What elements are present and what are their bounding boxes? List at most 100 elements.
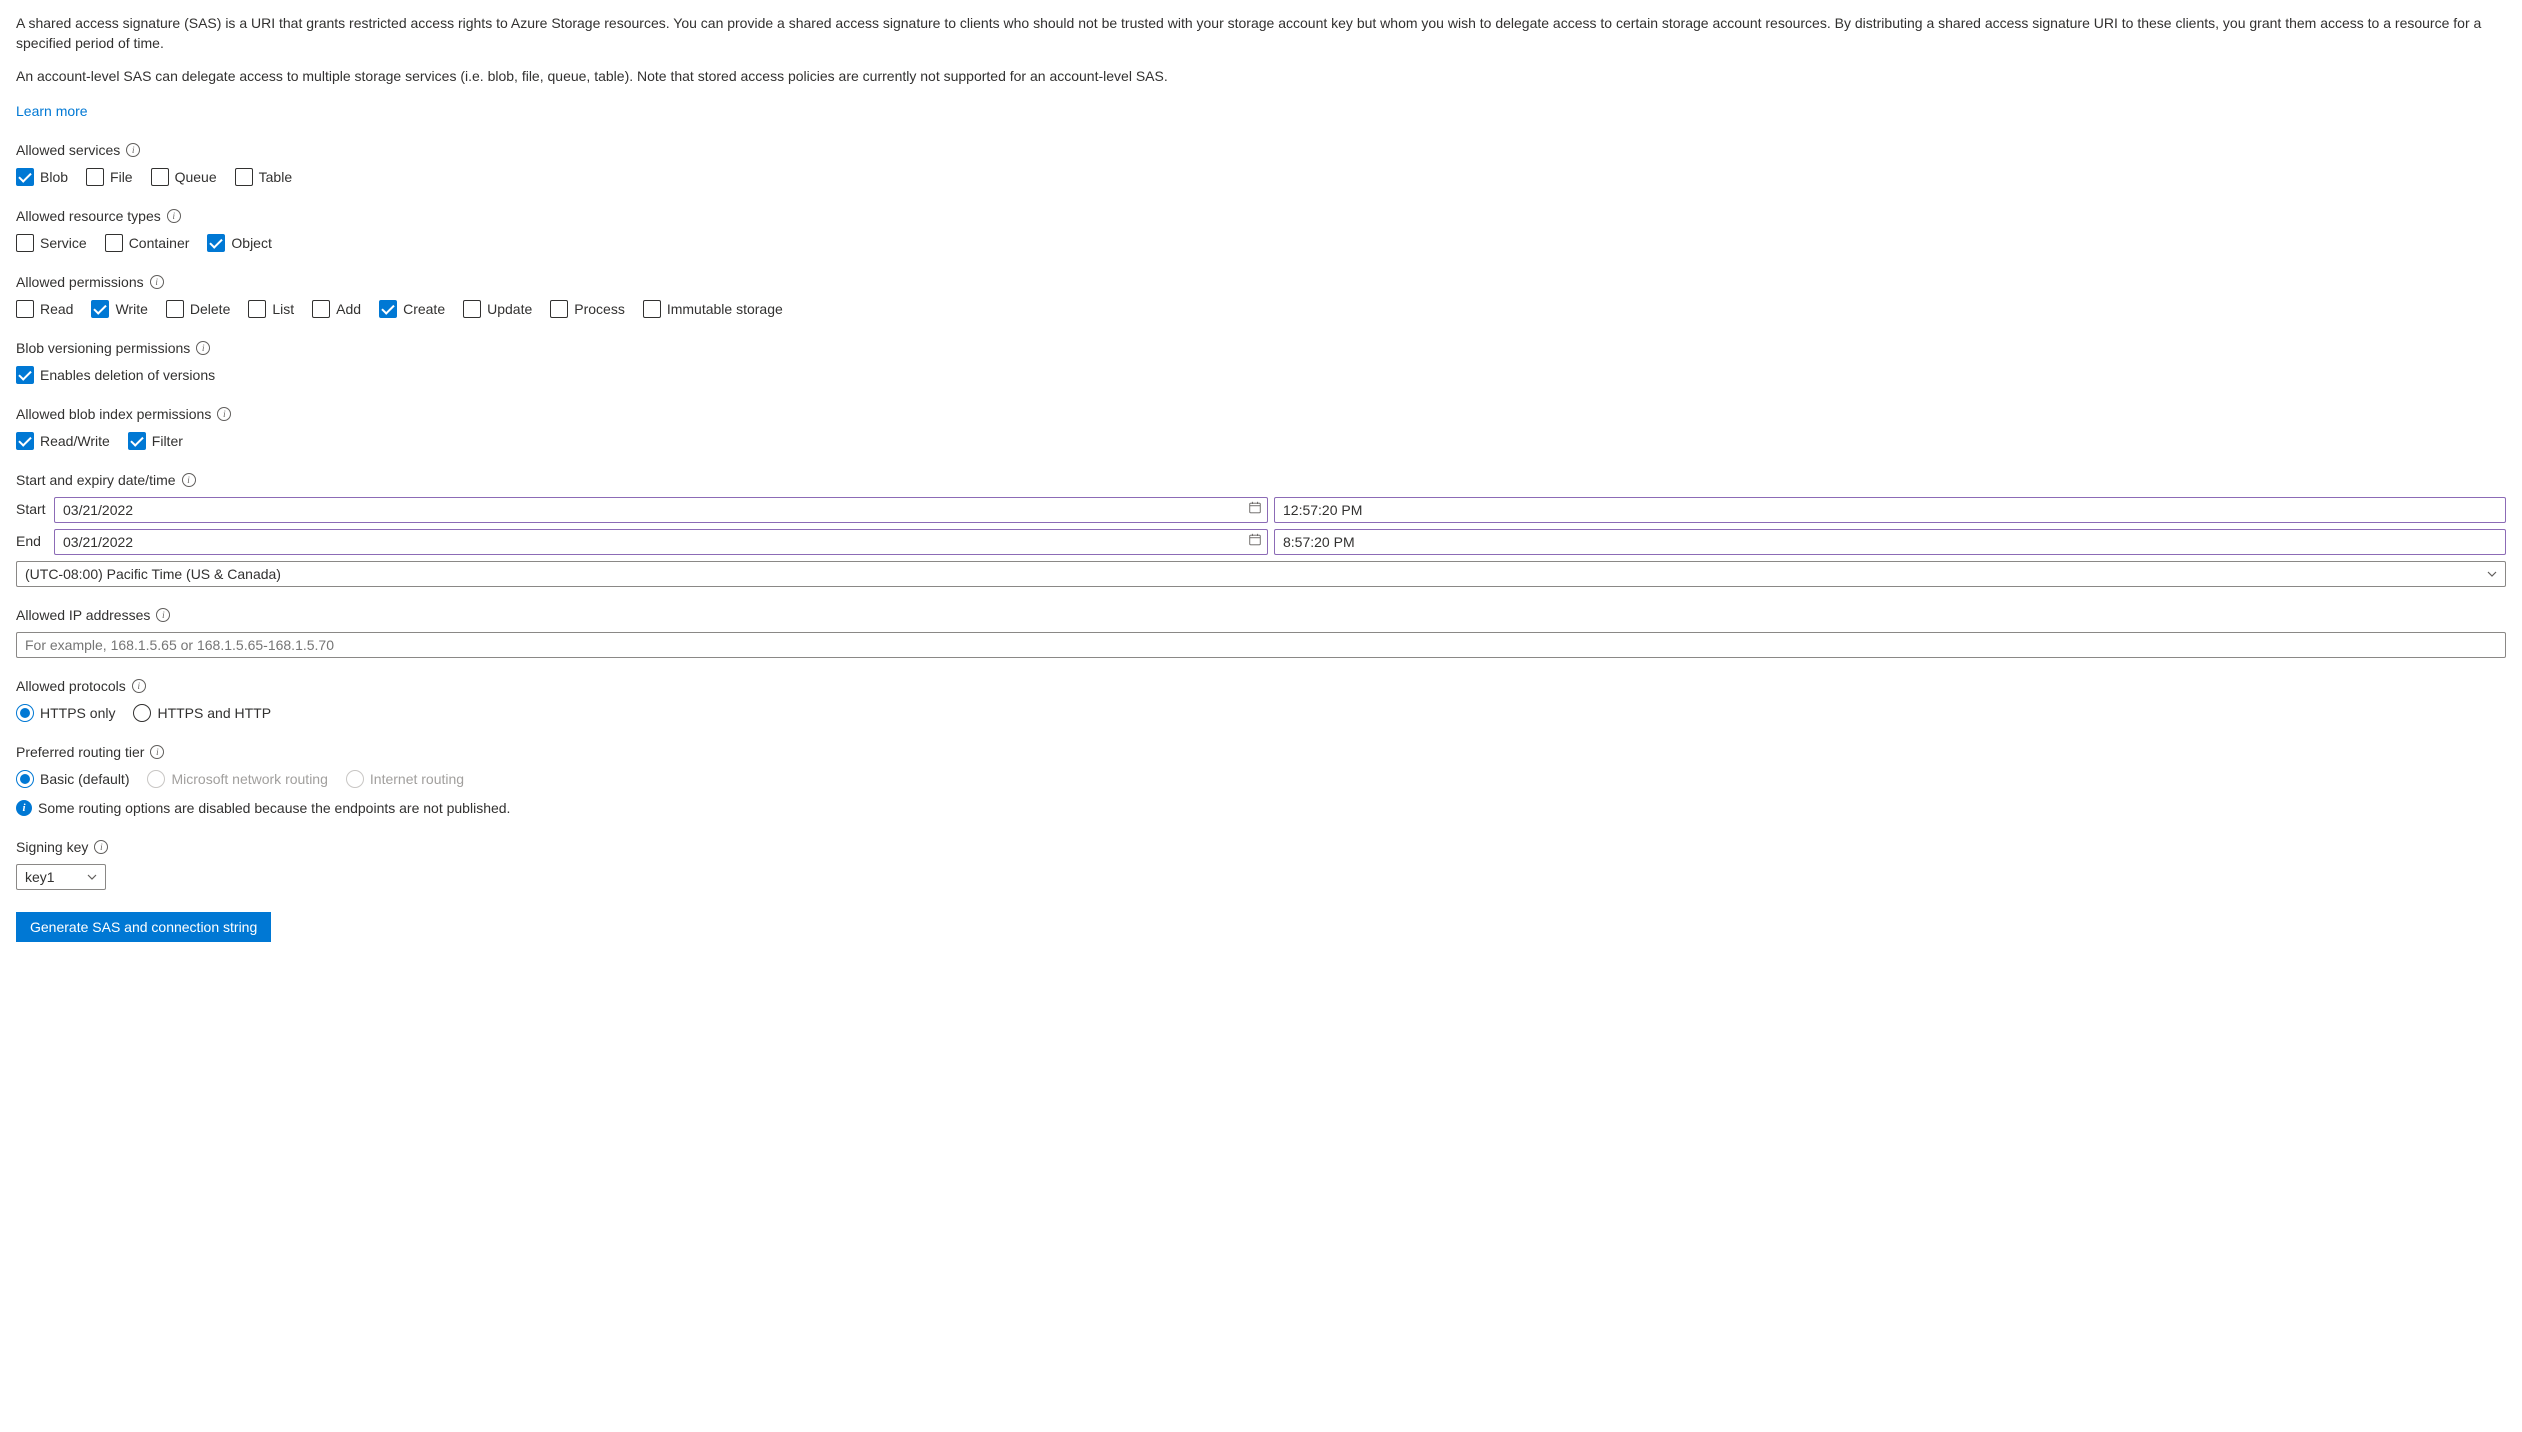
checkbox-label: Write: [115, 299, 147, 320]
checkbox-label: Create: [403, 299, 445, 320]
checkbox-label: Queue: [175, 167, 217, 188]
allowed-protocols-label: Allowed protocols: [16, 676, 126, 697]
radio-icon: [147, 770, 165, 788]
routing-radio-internet-routing: Internet routing: [346, 769, 464, 790]
resource-type-checkbox-object[interactable]: Object: [207, 233, 271, 254]
checkbox-icon: [550, 300, 568, 318]
allowed-protocols-section: Allowed protocols i HTTPS only HTTPS and …: [16, 676, 2506, 724]
info-icon[interactable]: i: [182, 473, 196, 487]
start-time-input[interactable]: [1274, 497, 2506, 523]
routing-radio-microsoft-network-routing: Microsoft network routing: [147, 769, 327, 790]
protocol-radio-https-only[interactable]: HTTPS only: [16, 703, 115, 724]
datetime-section: Start and expiry date/time i Start End: [16, 470, 2506, 587]
learn-more-link[interactable]: Learn more: [16, 103, 88, 119]
blob-index-checkbox-read-write[interactable]: Read/Write: [16, 431, 110, 452]
radio-icon: [16, 704, 34, 722]
checkbox-icon: [16, 168, 34, 186]
checkbox-label: List: [272, 299, 294, 320]
service-checkbox-table[interactable]: Table: [235, 167, 292, 188]
signing-key-select[interactable]: [16, 864, 106, 890]
checkbox-icon: [235, 168, 253, 186]
info-icon[interactable]: i: [156, 608, 170, 622]
permission-checkbox-write[interactable]: Write: [91, 299, 147, 320]
checkbox-icon: [248, 300, 266, 318]
versioning-checkbox-enables-deletion-of-versions[interactable]: Enables deletion of versions: [16, 365, 215, 386]
end-time-input[interactable]: [1274, 529, 2506, 555]
checkbox-icon: [151, 168, 169, 186]
info-icon[interactable]: i: [196, 341, 210, 355]
checkbox-icon: [86, 168, 104, 186]
start-date-input[interactable]: [54, 497, 1268, 523]
checkbox-icon: [16, 234, 34, 252]
radio-label: HTTPS only: [40, 703, 115, 724]
checkbox-label: Object: [231, 233, 271, 254]
checkbox-icon: [105, 234, 123, 252]
permission-checkbox-list[interactable]: List: [248, 299, 294, 320]
checkbox-label: Update: [487, 299, 532, 320]
blob-versioning-label: Blob versioning permissions: [16, 338, 190, 359]
routing-info-text: Some routing options are disabled becaus…: [38, 798, 510, 819]
allowed-permissions-section: Allowed permissions i Read Write Delete Lis…: [16, 272, 2506, 320]
info-icon[interactable]: i: [150, 745, 164, 759]
resource-type-checkbox-container[interactable]: Container: [105, 233, 190, 254]
allowed-services-label: Allowed services: [16, 140, 120, 161]
checkbox-icon: [16, 366, 34, 384]
protocol-radio-https-and-http[interactable]: HTTPS and HTTP: [133, 703, 271, 724]
permission-checkbox-add[interactable]: Add: [312, 299, 361, 320]
info-icon[interactable]: i: [217, 407, 231, 421]
radio-icon: [346, 770, 364, 788]
info-icon[interactable]: i: [126, 143, 140, 157]
info-icon[interactable]: i: [167, 209, 181, 223]
info-icon[interactable]: i: [132, 679, 146, 693]
checkbox-label: Read: [40, 299, 73, 320]
checkbox-label: Process: [574, 299, 625, 320]
permission-checkbox-immutable-storage[interactable]: Immutable storage: [643, 299, 783, 320]
blob-versioning-section: Blob versioning permissions i Enables de…: [16, 338, 2506, 386]
generate-sas-button[interactable]: Generate SAS and connection string: [16, 912, 271, 942]
checkbox-icon: [166, 300, 184, 318]
routing-tier-section: Preferred routing tier i Basic (default)…: [16, 742, 2506, 819]
blob-index-section: Allowed blob index permissions i Read/Wr…: [16, 404, 2506, 452]
blob-index-label: Allowed blob index permissions: [16, 404, 211, 425]
resource-type-checkbox-service[interactable]: Service: [16, 233, 87, 254]
allowed-ip-section: Allowed IP addresses i: [16, 605, 2506, 658]
routing-radio-basic-default-[interactable]: Basic (default): [16, 769, 129, 790]
permission-checkbox-process[interactable]: Process: [550, 299, 625, 320]
intro-text: A shared access signature (SAS) is a URI…: [16, 14, 2506, 122]
checkbox-label: Enables deletion of versions: [40, 365, 215, 386]
allowed-permissions-label: Allowed permissions: [16, 272, 144, 293]
permission-checkbox-create[interactable]: Create: [379, 299, 445, 320]
intro-paragraph-1: A shared access signature (SAS) is a URI…: [16, 14, 2506, 53]
checkbox-label: Delete: [190, 299, 230, 320]
checkbox-label: Blob: [40, 167, 68, 188]
info-icon[interactable]: i: [150, 275, 164, 289]
permission-checkbox-delete[interactable]: Delete: [166, 299, 230, 320]
allowed-resource-types-section: Allowed resource types i ServiceContaine…: [16, 206, 2506, 254]
allowed-ip-label: Allowed IP addresses: [16, 605, 150, 626]
allowed-services-section: Allowed services i Blob File Queue Table: [16, 140, 2506, 188]
signing-key-section: Signing key i: [16, 837, 2506, 890]
checkbox-label: Table: [259, 167, 292, 188]
radio-label: Internet routing: [370, 769, 464, 790]
permission-checkbox-read[interactable]: Read: [16, 299, 73, 320]
permission-checkbox-update[interactable]: Update: [463, 299, 532, 320]
blob-index-checkbox-filter[interactable]: Filter: [128, 431, 183, 452]
allowed-ip-input[interactable]: [16, 632, 2506, 658]
checkbox-label: File: [110, 167, 133, 188]
radio-icon: [133, 704, 151, 722]
radio-label: HTTPS and HTTP: [157, 703, 271, 724]
service-checkbox-queue[interactable]: Queue: [151, 167, 217, 188]
timezone-select[interactable]: [16, 561, 2506, 587]
checkbox-icon: [16, 300, 34, 318]
intro-paragraph-2: An account-level SAS can delegate access…: [16, 67, 2506, 87]
checkbox-label: Read/Write: [40, 431, 110, 452]
service-checkbox-blob[interactable]: Blob: [16, 167, 68, 188]
radio-label: Basic (default): [40, 769, 129, 790]
checkbox-label: Service: [40, 233, 87, 254]
datetime-label: Start and expiry date/time: [16, 470, 176, 491]
end-label: End: [16, 531, 48, 552]
service-checkbox-file[interactable]: File: [86, 167, 133, 188]
end-date-input[interactable]: [54, 529, 1268, 555]
radio-label: Microsoft network routing: [171, 769, 327, 790]
info-icon[interactable]: i: [94, 840, 108, 854]
